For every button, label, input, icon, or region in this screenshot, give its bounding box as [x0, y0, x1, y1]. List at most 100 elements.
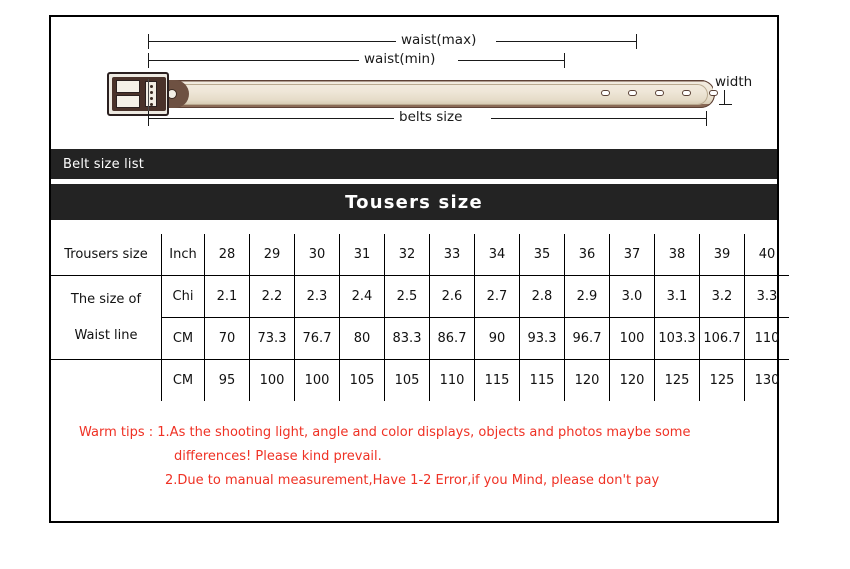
table-cell: 96.7 [564, 317, 610, 360]
table-cell: 2.1 [204, 275, 250, 318]
table-cell: 125 [654, 359, 700, 401]
belt-hole [628, 90, 637, 96]
table-cell: 120 [609, 359, 655, 401]
buckle-pin-dot [150, 97, 153, 100]
table-cell: 2.4 [339, 275, 385, 318]
table-cell: 3.2 [699, 275, 745, 318]
table-cell: 105 [384, 359, 430, 401]
table-cell: 34 [474, 234, 520, 276]
table-cell: 83.3 [384, 317, 430, 360]
waist-label-line2: Waist line [74, 327, 138, 343]
table-cell: 2.3 [294, 275, 340, 318]
table-cell: 3.0 [609, 275, 655, 318]
cell-empty [51, 359, 162, 401]
belts-size-dimension-line-right [491, 118, 706, 119]
table-cell: 103.3 [654, 317, 700, 360]
cell-unit-inch: Inch [161, 234, 205, 276]
belt-size-list-title: Belt size list [63, 156, 144, 172]
belt-size-chart-page: waist(max) waist(min) belts size width B… [0, 0, 850, 569]
table-cell: 29 [249, 234, 295, 276]
warm-tips-line-1: Warm tips : 1.As the shooting light, ang… [79, 425, 691, 440]
table-cell: 120 [564, 359, 610, 401]
table-cell: 40 [744, 234, 789, 276]
table-cell: 106.7 [699, 317, 745, 360]
table-cell: 95 [204, 359, 250, 401]
belt-hole [682, 90, 691, 96]
table-cell: 3.1 [654, 275, 700, 318]
belt-hole [709, 90, 718, 96]
waist-label-line1: The size of [70, 291, 142, 307]
table-cell: 125 [699, 359, 745, 401]
table-cell: 73.3 [249, 317, 295, 360]
waist-min-tick-left [148, 53, 149, 68]
table-cell: 100 [249, 359, 295, 401]
table-row-cm: CM 70 73.3 76.7 80 83.3 86.7 90 93.3 96.… [51, 317, 789, 360]
waist-max-tick-left [148, 34, 149, 49]
width-label: width [713, 74, 755, 90]
belt-strap-stitching [155, 83, 708, 105]
buckle-window-bottom [116, 95, 140, 108]
table-cell: 105 [339, 359, 385, 401]
table-cell: 37 [609, 234, 655, 276]
table-cell: 3.3 [744, 275, 789, 318]
waist-min-dimension-line-left [148, 60, 361, 61]
waist-min-tick-right [564, 53, 565, 68]
warm-tips: Warm tips : 1.As the shooting light, ang… [51, 407, 777, 493]
warm-tips-line-2: differences! Please kind prevail. [174, 449, 382, 464]
table-cell: 115 [474, 359, 520, 401]
buckle-pin-dot [150, 85, 153, 88]
buckle-window-top [116, 80, 140, 93]
table-cell: 70 [204, 317, 250, 360]
cell-waist-line-label: The size of Waist line [51, 275, 162, 360]
table-cell: 90 [474, 317, 520, 360]
table-cell: 76.7 [294, 317, 340, 360]
table-cell: 80 [339, 317, 385, 360]
cell-unit-cm: CM [161, 317, 205, 360]
buckle-pin-dot [150, 91, 153, 94]
table-cell: 2.8 [519, 275, 565, 318]
buckle-pin-dot [150, 103, 153, 106]
belts-size-label: belts size [394, 110, 468, 125]
size-table: Trousers size Inch 28 29 30 31 32 33 34 … [51, 234, 789, 401]
table-cell: 2.2 [249, 275, 295, 318]
table-cell: 100 [294, 359, 340, 401]
table-cell: 93.3 [519, 317, 565, 360]
table-cell: 36 [564, 234, 610, 276]
table-cell: 130 [744, 359, 789, 401]
trousers-size-bar: Tousers size [51, 184, 777, 220]
table-cell: 2.5 [384, 275, 430, 318]
cell-trousers-size-label: Trousers size [51, 234, 162, 276]
waist-max-label: waist(max) [396, 33, 482, 48]
table-cell: 35 [519, 234, 565, 276]
table-cell: 2.6 [429, 275, 475, 318]
table-cell: 38 [654, 234, 700, 276]
table-cell: 2.7 [474, 275, 520, 318]
belts-size-dimension-line-left [148, 118, 395, 119]
table-cell: 110 [744, 317, 789, 360]
table-row-trousers-size: Trousers size Inch 28 29 30 31 32 33 34 … [51, 234, 789, 276]
trousers-size-title: Tousers size [345, 191, 483, 213]
cell-unit-cm-belt: CM [161, 359, 205, 401]
waist-min-dimension-line-right [458, 60, 564, 61]
table-cell: 31 [339, 234, 385, 276]
table-cell: 30 [294, 234, 340, 276]
belts-size-tick-right [706, 111, 707, 126]
chart-frame: waist(max) waist(min) belts size width B… [49, 15, 789, 523]
table-cell: 2.9 [564, 275, 610, 318]
belt-hole [601, 90, 610, 96]
table-cell: 115 [519, 359, 565, 401]
waist-max-tick-right [636, 34, 637, 49]
table-cell: 100 [609, 317, 655, 360]
table-cell: 28 [204, 234, 250, 276]
table-cell: 110 [429, 359, 475, 401]
waist-max-dimension-line-right [496, 41, 636, 42]
waist-min-label: waist(min) [359, 52, 441, 67]
belt-buckle [107, 72, 169, 116]
table-cell: 39 [699, 234, 745, 276]
buckle-pin-bar [145, 81, 157, 107]
table-row-belt-cm: CM 95 100 100 105 105 110 115 115 120 12… [51, 359, 789, 401]
cell-unit-chi: Chi [161, 275, 205, 318]
belt-size-list-bar: Belt size list [51, 149, 777, 179]
warm-tips-line-3: 2.Due to manual measurement,Have 1-2 Err… [165, 473, 660, 488]
table-row-chi: The size of Waist line Chi 2.1 2.2 2.3 2… [51, 275, 789, 360]
